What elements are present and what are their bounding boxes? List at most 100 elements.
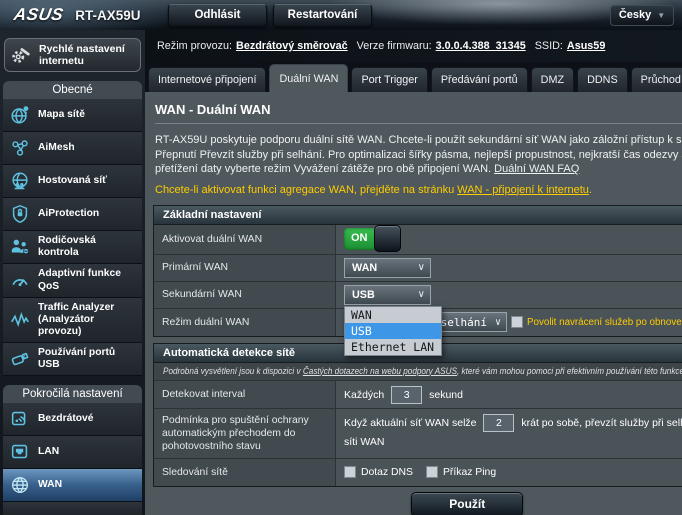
tab-internet-connection[interactable]: Internetové připojení: [148, 67, 266, 92]
reboot-button[interactable]: Restartování: [273, 4, 372, 27]
ssid-label: SSID:: [535, 40, 563, 52]
tab-port-trigger[interactable]: Port Trigger: [351, 67, 427, 92]
sidebar-item-label: AiProtection: [38, 208, 99, 220]
sidebar-item-wan[interactable]: WAN: [3, 469, 142, 502]
sidebar-item-qos[interactable]: Adaptivní funkce QoS: [3, 264, 142, 297]
ping-checkbox[interactable]: [426, 466, 438, 478]
page-description: RT-AX59U poskytuje podporu duální sítě W…: [155, 133, 682, 177]
asus-support-faq-link[interactable]: Častých dotazech na webu podpory ASUS: [303, 366, 457, 377]
sidebar-item-parental-controls[interactable]: Rodičovská kontrola: [3, 231, 142, 264]
interval-input[interactable]: [391, 386, 422, 404]
table-row: Sekundární WAN USB ∨ WAN USB Et: [154, 282, 682, 309]
tabbar: Internetové připojení Duální WAN Port Tr…: [145, 62, 682, 92]
chevron-down-icon: ∨: [495, 317, 501, 328]
sidebar-item-aimesh[interactable]: AiMesh: [3, 132, 142, 165]
usb-app-icon: [9, 348, 31, 370]
page-title: WAN - Duální WAN: [155, 102, 682, 124]
wan-aggregation-hint: Chcete-li aktivovat funkci agregace WAN,…: [155, 184, 682, 196]
chevron-down-icon: ▼: [657, 11, 665, 20]
chevron-down-icon: ∨: [418, 289, 425, 300]
router-admin-screen: ASUS RT-AX59U Odhlásit Restartování Česk…: [0, 0, 682, 515]
sidebar-item-guest-network[interactable]: Hostovaná síť: [3, 165, 142, 198]
table-row: Podmínka pro spuštění ochrany automatick…: [154, 409, 682, 459]
enable-dual-wan-label: Aktivovat duální WAN: [154, 225, 336, 254]
detection-note: Podrobná vysvětlení jsou k dispozici v Č…: [154, 363, 682, 381]
failover-prefix: Když aktuální síť WAN selže: [344, 417, 477, 429]
content-panel: WAN - Duální WAN RT-AX59U poskytuje podp…: [145, 92, 682, 515]
sidebar-item-usb-application[interactable]: Používání portů USB: [3, 343, 142, 376]
operation-mode-label: Režim provozu:: [157, 40, 232, 52]
secondary-wan-label: Sekundární WAN: [154, 282, 336, 308]
tab-nat-passthrough[interactable]: Průchod NAT: [631, 67, 682, 92]
ssid-link[interactable]: Asus59: [567, 40, 605, 52]
sidebar-item-label: WAN: [38, 479, 62, 491]
firmware-version-link[interactable]: 3.0.0.4.388_31345: [436, 40, 526, 52]
dual-wan-toggle[interactable]: ON: [344, 228, 398, 250]
hint-suffix: .: [589, 184, 592, 196]
apply-button[interactable]: Použít: [411, 492, 523, 515]
sidebar-item-traffic-analyzer[interactable]: Traffic Analyzer (Analyzátor provozu): [3, 298, 142, 343]
basic-settings-header: Základní nastavení: [154, 206, 682, 225]
sidebar-item-label: LAN: [38, 446, 59, 458]
apply-row: Použít: [153, 492, 682, 515]
sidebar-item-label: Adaptivní funkce QoS: [38, 268, 139, 292]
qos-gauge-icon: [9, 270, 31, 292]
dual-wan-faq-link[interactable]: Duální WAN FAQ: [494, 163, 579, 175]
tab-port-forwarding[interactable]: Předávání portů: [431, 67, 528, 92]
primary-wan-select[interactable]: WAN ∨: [344, 258, 431, 278]
dns-query-checkbox[interactable]: [344, 466, 356, 478]
dropdown-option-usb[interactable]: USB: [345, 323, 441, 339]
body-row: Rychlé nastavení internetu Obecné Mapa s…: [0, 30, 682, 515]
language-label: Česky: [619, 9, 651, 21]
basic-settings-table: Základní nastavení Aktivovat duální WAN …: [153, 205, 682, 337]
sidebar-item-label: Hostovaná síť: [38, 175, 107, 187]
firmware-label: Verze firmwaru:: [357, 40, 432, 52]
network-detection-table: Automatická detekce sítě Podrobná vysvět…: [153, 343, 682, 487]
interval-suffix: sekund: [429, 389, 463, 401]
secondary-wan-value: USB: [352, 289, 375, 301]
toggle-knob[interactable]: [374, 225, 401, 252]
topbar: ASUS RT-AX59U Odhlásit Restartování Česk…: [0, 0, 682, 30]
sidebar-item-network-map[interactable]: Mapa sítě: [3, 99, 142, 132]
quick-setup-label: Rychlé nastavení internetu: [39, 43, 135, 67]
traffic-analyzer-icon: [9, 309, 31, 331]
tab-dual-wan[interactable]: Duální WAN: [269, 64, 348, 92]
primary-wan-value: WAN: [352, 262, 377, 274]
sidebar-item-partial[interactable]: [3, 502, 142, 515]
hint-prefix: Chcete-li aktivovat funkci agregace WAN,…: [155, 184, 457, 196]
failover-count-input[interactable]: [483, 414, 514, 432]
sidebar-item-label: Bezdrátové: [38, 413, 94, 425]
table-row: Detekovat interval Každých sekund: [154, 381, 682, 409]
network-monitoring-label: Sledování sítě: [154, 459, 336, 486]
brand: ASUS RT-AX59U: [0, 5, 160, 25]
dual-wan-mode-label: Režim duální WAN: [154, 309, 336, 336]
sidebar-item-lan[interactable]: LAN: [3, 436, 142, 469]
table-row: Aktivovat duální WAN ON: [154, 225, 682, 255]
wan-internet-connection-link[interactable]: WAN - připojení k internetu: [457, 184, 589, 196]
ping-label: Příkaz Ping: [443, 467, 496, 478]
sidebar-item-label: Používání portů USB: [38, 347, 139, 371]
failback-checkbox[interactable]: [511, 316, 523, 328]
note-prefix: Podrobná vysvětlení jsou k dispozici v: [163, 366, 303, 377]
dns-query-label: Dotaz DNS: [361, 467, 413, 478]
dropdown-option-ethernet-lan[interactable]: Ethernet LAN: [345, 339, 441, 355]
primary-wan-label: Primární WAN: [154, 255, 336, 281]
secondary-wan-select[interactable]: USB ∨: [344, 285, 431, 305]
sidebar-item-label: AiMesh: [38, 142, 75, 154]
table-row: Primární WAN WAN ∨: [154, 255, 682, 282]
quick-internet-setup-button[interactable]: Rychlé nastavení internetu: [4, 38, 141, 72]
note-suffix: , které vám mohou pomoci při efektivním …: [457, 366, 682, 377]
failover-condition-label: Podmínka pro spuštění ochrany automatick…: [154, 409, 336, 458]
operation-mode-link[interactable]: Bezdrátový směrovač: [236, 40, 348, 52]
tab-ddns[interactable]: DDNS: [577, 67, 628, 92]
main-column: Režim provozu: Bezdrátový směrovač Verze…: [145, 30, 682, 515]
dropdown-option-wan[interactable]: WAN: [345, 307, 441, 323]
tab-dmz[interactable]: DMZ: [531, 67, 574, 92]
sidebar-item-aiprotection[interactable]: AiProtection: [3, 198, 142, 231]
language-selector[interactable]: Česky ▼: [610, 5, 674, 26]
logout-button[interactable]: Odhlásit: [168, 4, 267, 27]
router-model: RT-AX59U: [75, 8, 140, 23]
failback-label: Povolit navrácení služeb po obnovení: [527, 317, 682, 328]
secondary-wan-dropdown-list: WAN USB Ethernet LAN: [344, 306, 442, 356]
sidebar-item-wireless[interactable]: Bezdrátové: [3, 403, 142, 436]
